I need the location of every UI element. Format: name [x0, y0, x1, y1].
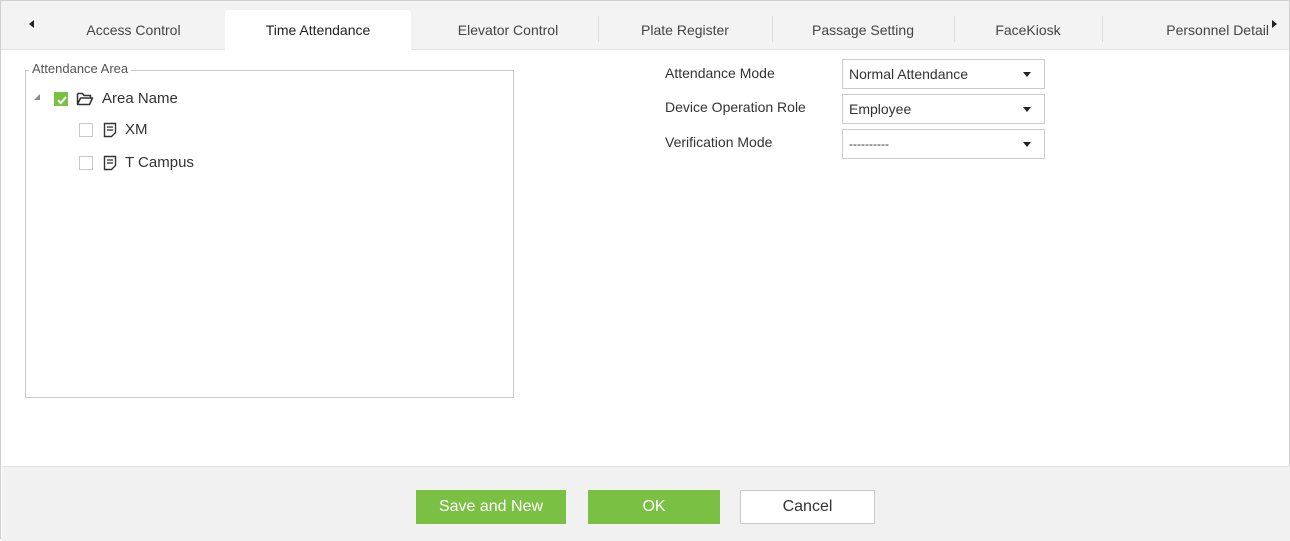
tab-scroll-right-icon[interactable] — [1272, 20, 1277, 28]
tree-collapse-icon[interactable] — [34, 94, 40, 100]
tab-facekiosk[interactable]: FaceKiosk — [955, 10, 1101, 49]
tab-divider — [1102, 16, 1103, 42]
tab-time-attendance[interactable]: Time Attendance — [225, 10, 411, 50]
tab-personnel-detail[interactable]: Personnel Detail — [1111, 10, 1269, 49]
attendance-area-box — [25, 70, 514, 398]
verification-mode-select[interactable]: ---------- — [842, 129, 1045, 159]
save-and-new-button[interactable]: Save and New — [416, 490, 566, 524]
chevron-down-icon — [1023, 107, 1031, 112]
dialog-frame: Access Control Time Attendance Elevator … — [0, 0, 1290, 541]
chevron-down-icon — [1023, 142, 1031, 147]
tree-label-area-name[interactable]: Area Name — [102, 90, 178, 107]
ok-button[interactable]: OK — [588, 490, 720, 524]
t-campus-checkbox[interactable] — [79, 156, 93, 170]
attendance-mode-label: Attendance Mode — [665, 65, 775, 81]
xm-checkbox[interactable] — [79, 123, 93, 137]
device-operation-role-value: Employee — [849, 101, 912, 117]
tab-bar: Access Control Time Attendance Elevator … — [1, 1, 1289, 50]
attendance-mode-select[interactable]: Normal Attendance — [842, 59, 1045, 89]
chevron-down-icon — [1023, 72, 1031, 77]
device-operation-role-label: Device Operation Role — [665, 99, 806, 115]
tab-passage-setting[interactable]: Passage Setting — [773, 10, 953, 49]
folder-open-icon — [76, 92, 94, 106]
document-icon — [103, 155, 117, 171]
document-icon — [103, 122, 117, 138]
tab-plate-register[interactable]: Plate Register — [599, 10, 771, 49]
tree-label-t-campus[interactable]: T Campus — [125, 154, 194, 171]
tab-scroll-left-icon[interactable] — [29, 20, 34, 28]
tree-label-xm[interactable]: XM — [125, 121, 148, 138]
verification-mode-value: ---------- — [849, 137, 889, 151]
cancel-button[interactable]: Cancel — [740, 490, 875, 524]
device-operation-role-select[interactable]: Employee — [842, 94, 1045, 124]
verification-mode-label: Verification Mode — [665, 134, 773, 150]
checkmark-icon — [57, 96, 67, 105]
attendance-area-legend: Attendance Area — [29, 61, 132, 76]
tab-access-control[interactable]: Access Control — [51, 10, 216, 49]
attendance-mode-value: Normal Attendance — [849, 66, 969, 82]
tab-elevator-control[interactable]: Elevator Control — [419, 10, 597, 49]
area-name-checkbox[interactable] — [54, 92, 68, 106]
